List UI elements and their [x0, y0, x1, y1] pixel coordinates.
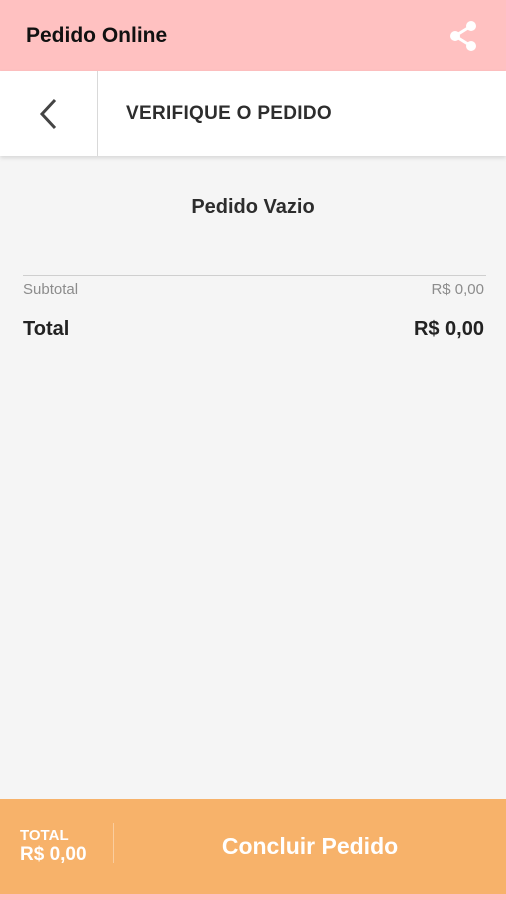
order-footer: TOTAL R$ 0,00 Concluir Pedido	[0, 799, 506, 894]
page-header: VERIFIQUE O PEDIDO	[0, 71, 506, 156]
footer-total: TOTAL R$ 0,00	[0, 799, 114, 894]
subtotal-value: R$ 0,00	[431, 281, 484, 298]
chevron-left-icon	[39, 98, 56, 129]
footer-total-value: R$ 0,00	[20, 844, 87, 865]
share-button[interactable]	[446, 19, 480, 53]
app-screen: Pedido Online VERIFIQUE O PEDIDO Pedido …	[0, 0, 506, 900]
total-value: R$ 0,00	[413, 318, 484, 340]
conclude-order-button[interactable]: Concluir Pedido	[114, 799, 506, 894]
app-title: Pedido Online	[26, 23, 168, 47]
app-bar: Pedido Online	[0, 0, 506, 71]
subtotal-row: Subtotal R$ 0,00	[23, 281, 484, 298]
share-icon	[450, 20, 476, 51]
page-title: VERIFIQUE O PEDIDO	[126, 102, 332, 124]
total-label: Total	[23, 318, 70, 340]
divider	[23, 275, 486, 276]
back-button[interactable]	[0, 71, 98, 156]
subtotal-label: Subtotal	[23, 281, 79, 298]
footer-total-label: TOTAL	[20, 827, 69, 844]
empty-order-message: Pedido Vazio	[191, 196, 315, 218]
total-row: Total R$ 0,00	[23, 318, 484, 341]
bottom-strip	[0, 894, 506, 900]
